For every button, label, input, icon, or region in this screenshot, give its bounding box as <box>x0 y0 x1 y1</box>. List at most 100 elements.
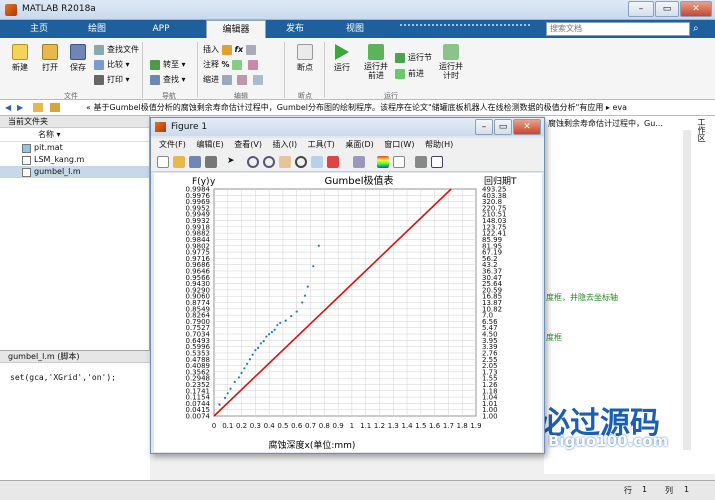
current-folder-panel: 当前文件夹 名称 ▾ pit.mat LSM_kang.m gumbel_l.m… <box>0 116 150 490</box>
m-file-icon <box>22 156 31 165</box>
comment-button[interactable]: 注释 % <box>203 59 261 71</box>
menu-file[interactable]: 文件(F) <box>159 140 186 149</box>
search-docs-input[interactable]: 搜索文档 <box>546 22 690 36</box>
tab-plots[interactable]: 绘图 <box>72 20 122 38</box>
advance-label: 前进 <box>408 69 424 78</box>
pointer-icon[interactable]: ➤ <box>227 156 239 168</box>
data-point <box>237 376 240 379</box>
folder-up-icon[interactable] <box>33 103 43 112</box>
run-advance-icon <box>368 44 384 60</box>
x-tick-label: 0.8 <box>319 422 330 430</box>
data-point <box>301 301 304 304</box>
print-button[interactable]: 打印 ▾ <box>94 74 130 86</box>
forward-arrow-icon[interactable]: ▶ <box>17 100 23 115</box>
x-tick-label: 1.7 <box>443 422 454 430</box>
app-title-bar: MATLAB R2018a – ▭ ✕ <box>0 0 715 20</box>
figure-minimize-button[interactable]: – <box>475 119 493 135</box>
compare-icon <box>94 59 104 70</box>
open-button[interactable]: 打开 <box>36 44 64 73</box>
insert-button[interactable]: 插入 fx <box>203 44 259 56</box>
menu-help[interactable]: 帮助(H) <box>425 140 453 149</box>
tab-view[interactable]: 视图 <box>330 20 380 38</box>
run-button[interactable]: 运行 <box>328 44 356 73</box>
x-tick-label: 1.6 <box>429 422 441 430</box>
back-arrow-icon[interactable]: ◀ <box>5 100 11 115</box>
breakpoint-button[interactable]: 断点 <box>290 44 320 73</box>
insert-label: 插入 <box>203 45 219 54</box>
figure-window[interactable]: Figure 1 – ▭ ✕ 文件(F) 编辑(E) 查看(V) 插入(I) 工… <box>150 117 545 454</box>
menu-insert[interactable]: 插入(I) <box>273 140 298 149</box>
editor-scrollbar[interactable] <box>683 130 691 450</box>
save-figure-icon[interactable] <box>189 156 201 168</box>
close-button[interactable]: ✕ <box>680 1 712 17</box>
current-folder-address-bar[interactable]: ◀ ▶ « 基于Gumbel极值分析的腐蚀剩余寿命估计过程中，Gumbel分布图… <box>0 100 715 116</box>
data-point <box>303 294 307 297</box>
percent-icon[interactable]: % <box>222 60 230 69</box>
goto-button[interactable]: 转至 ▾ <box>150 59 186 71</box>
tab-publish[interactable]: 发布 <box>270 20 320 38</box>
figure-close-button[interactable]: ✕ <box>513 119 541 135</box>
legend-icon[interactable] <box>393 156 405 168</box>
editor-code-line: 度框 <box>546 333 562 342</box>
goto-label: 转至 <box>163 60 179 69</box>
new-button[interactable]: 新建 <box>6 44 34 73</box>
menu-edit[interactable]: 编辑(E) <box>196 140 223 149</box>
run-and-time-button[interactable]: 运行并 计时 <box>436 44 466 80</box>
fx-icon[interactable]: fx <box>235 45 244 54</box>
compare-button[interactable]: 比较 ▾ <box>94 59 130 71</box>
data-point <box>262 339 265 343</box>
figure-icon <box>155 122 166 132</box>
link-plot-icon[interactable] <box>353 156 365 168</box>
ribbon-separator <box>142 42 143 98</box>
menu-tools[interactable]: 工具(T) <box>308 140 335 149</box>
data-point <box>276 324 279 327</box>
rotate-icon[interactable] <box>295 156 307 168</box>
print-figure-icon[interactable] <box>205 156 217 168</box>
file-item[interactable]: LSM_kang.m <box>0 154 149 166</box>
run-icon <box>335 44 349 60</box>
name-column-header[interactable]: 名称 ▾ <box>0 128 149 142</box>
menu-window[interactable]: 窗口(W) <box>384 140 414 149</box>
find-files-label: 查找文件 <box>107 45 139 54</box>
tab-home[interactable]: 主页 <box>14 20 64 38</box>
open-file-icon[interactable] <box>173 156 185 168</box>
row-label: 行 <box>624 486 632 495</box>
editor-tab-header[interactable]: 腐蚀剩余寿命估计过程中，Gu... <box>548 118 663 129</box>
data-point <box>270 330 274 334</box>
run-advance-button[interactable]: 运行并 前进 <box>360 44 392 80</box>
workspace-label[interactable]: 工作区 <box>693 118 707 178</box>
mat-file-icon <box>22 144 31 153</box>
find-button[interactable]: 查找 ▾ <box>150 74 186 86</box>
zoom-in-icon[interactable] <box>247 156 259 168</box>
minimize-button[interactable]: – <box>628 1 654 17</box>
hide-plot-tools-icon[interactable] <box>415 156 427 168</box>
figure-maximize-button[interactable]: ▭ <box>494 119 512 135</box>
tab-apps[interactable]: APP <box>136 20 186 38</box>
menu-desktop[interactable]: 桌面(D) <box>345 140 373 149</box>
advance-button[interactable]: 前进 <box>395 68 424 80</box>
new-figure-icon[interactable] <box>157 156 169 168</box>
search-icon[interactable]: ⌕ <box>693 23 699 34</box>
show-plot-tools-icon[interactable] <box>431 156 443 168</box>
indent-button[interactable]: 缩进 <box>203 74 266 86</box>
pan-hand-icon[interactable] <box>279 156 291 168</box>
menu-view[interactable]: 查看(V) <box>234 140 262 149</box>
file-name: LSM_kang.m <box>34 155 85 164</box>
find-files-button[interactable]: 查找文件 <box>94 44 139 56</box>
file-item-selected[interactable]: gumbel_l.m <box>0 166 149 178</box>
file-item[interactable]: pit.mat <box>0 142 149 154</box>
zoom-out-icon[interactable] <box>263 156 275 168</box>
tab-editor[interactable]: 编辑器 <box>206 20 266 38</box>
colorbar-icon[interactable] <box>377 156 389 168</box>
insert-icon <box>221 44 232 55</box>
browse-folder-icon[interactable] <box>50 103 60 112</box>
save-button[interactable]: 保存 <box>64 44 92 73</box>
save-label: 保存 <box>70 63 86 72</box>
data-cursor-icon[interactable] <box>311 156 323 168</box>
run-section-button[interactable]: 运行节 <box>395 52 432 64</box>
maximize-button[interactable]: ▭ <box>655 1 679 17</box>
x-tick-label: 0.7 <box>305 422 316 430</box>
figure-title: Figure 1 <box>171 122 208 132</box>
brush-icon[interactable] <box>327 156 339 168</box>
quick-access-icons[interactable] <box>400 24 530 34</box>
